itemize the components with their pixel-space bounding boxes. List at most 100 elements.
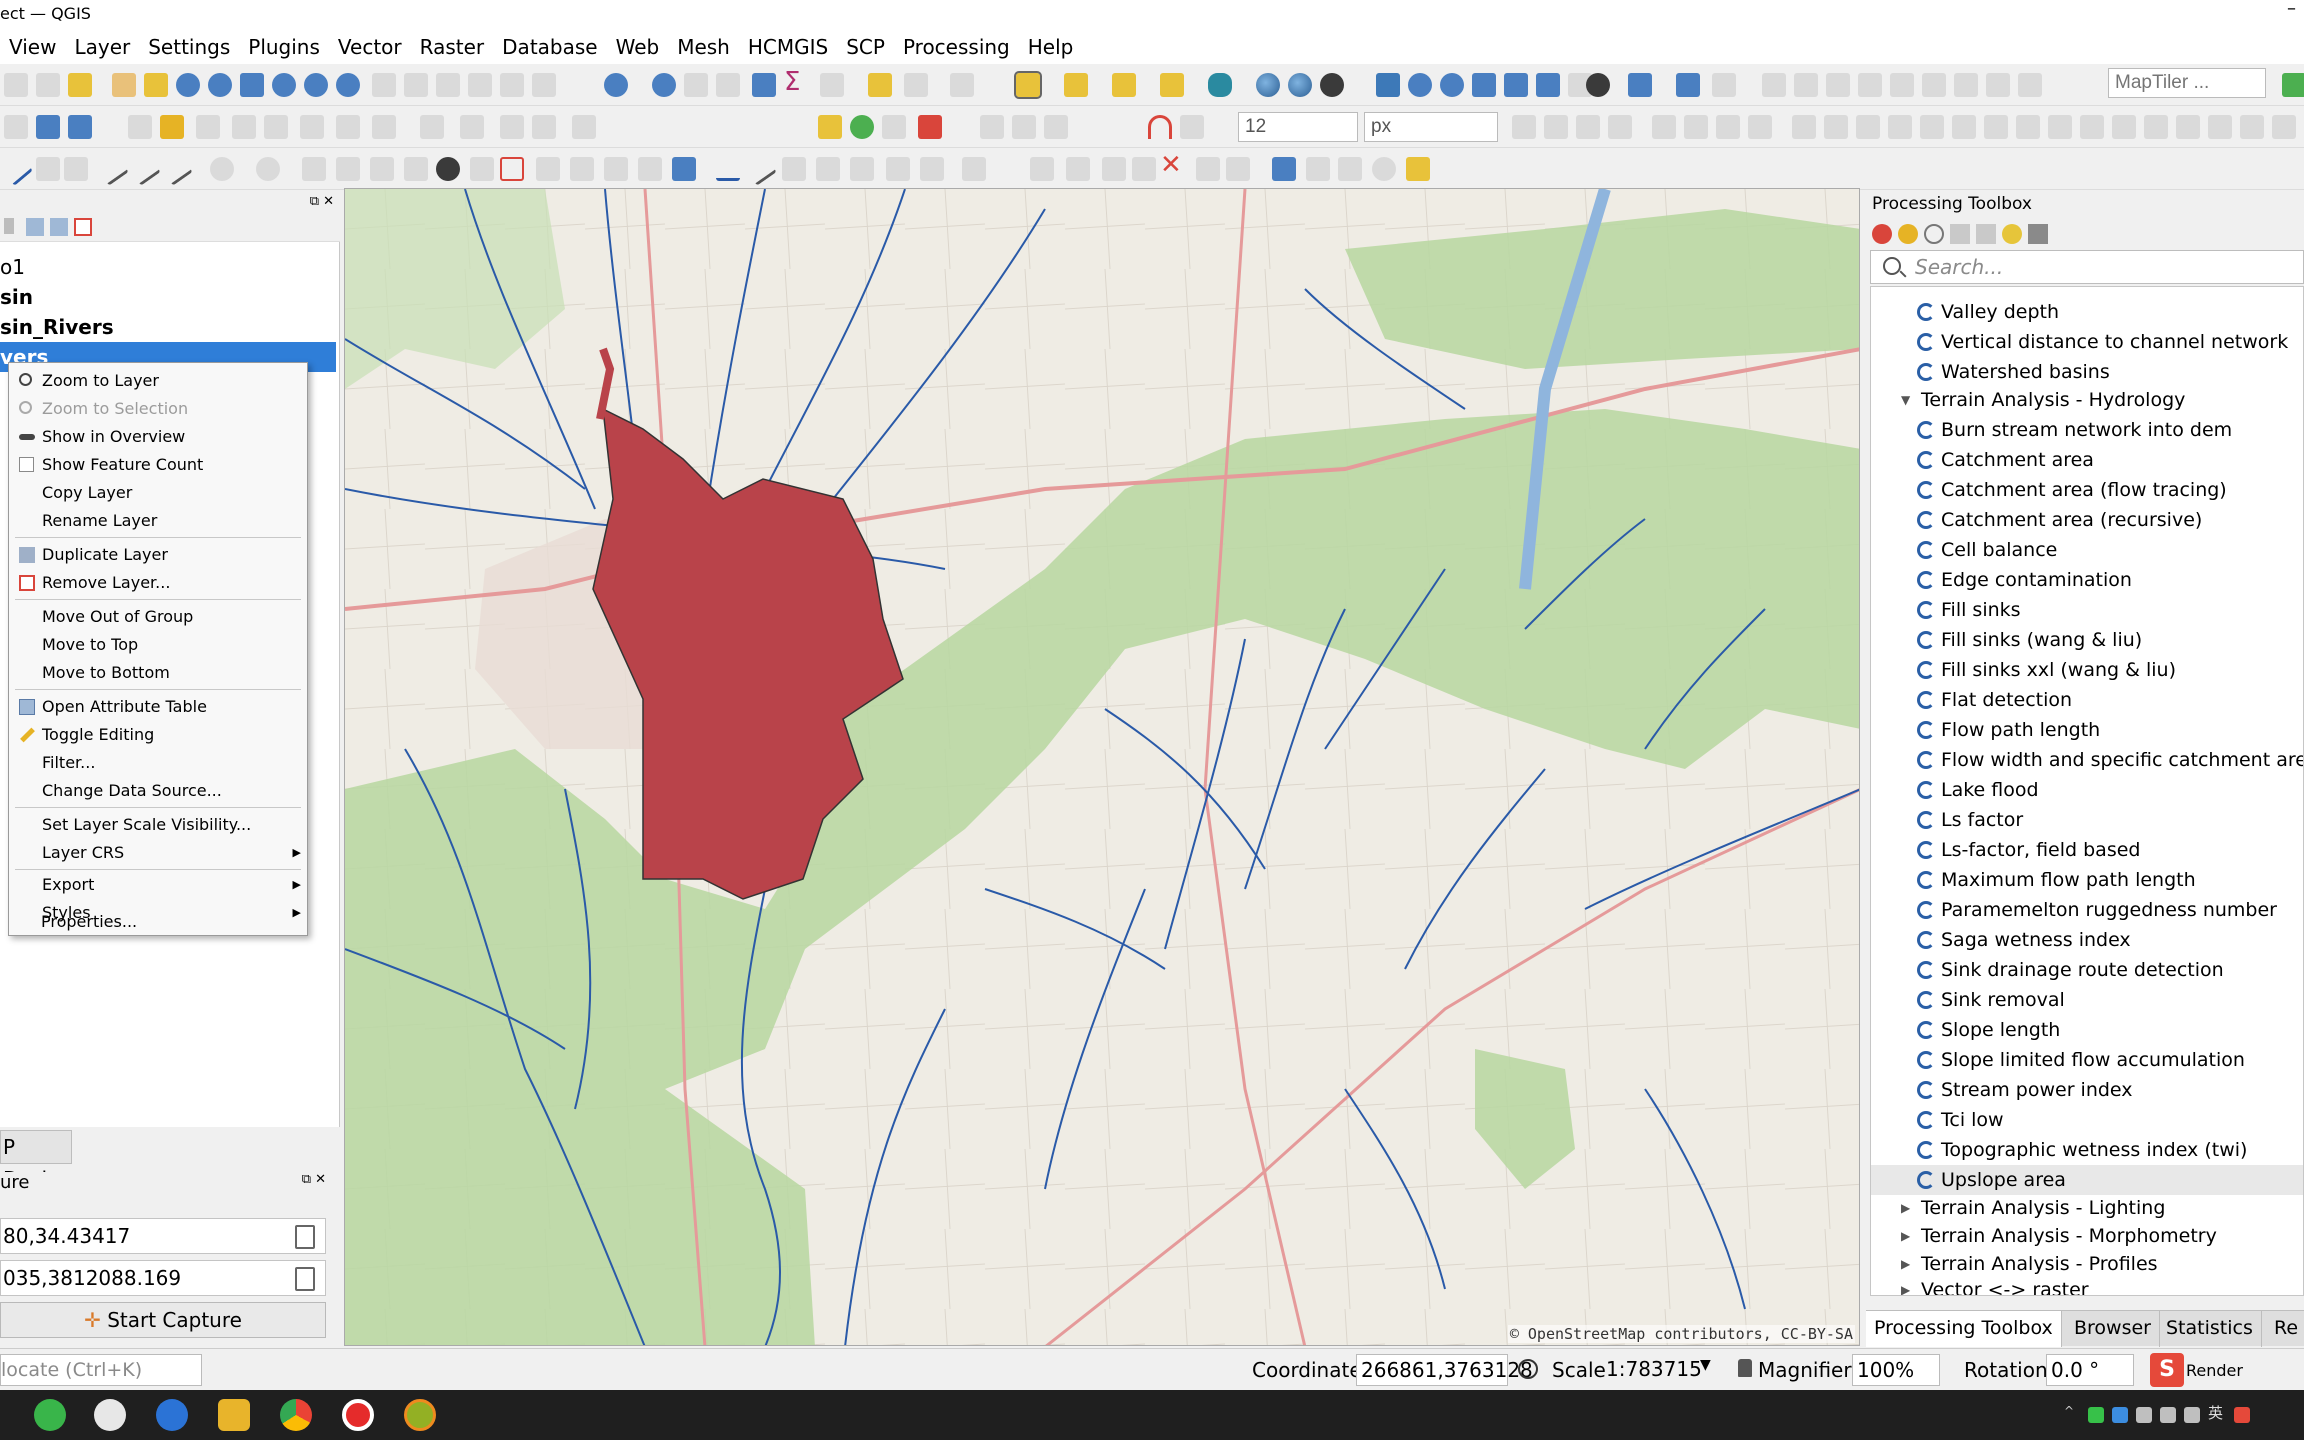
vertex-tool-icon[interactable] [232,115,256,139]
trace-icon-2[interactable] [1544,115,1568,139]
cad-line-icon-2[interactable] [127,152,161,186]
collapse-arrow-icon[interactable]: ▼ [1901,385,1910,415]
toolbox-search-input[interactable]: Search... [1870,250,2304,284]
app-search-icon[interactable] [156,1399,188,1431]
history-icon[interactable] [1924,224,1944,244]
menu-vector[interactable]: Vector [329,30,411,64]
shape-icon-9[interactable] [1920,115,1944,139]
new-project-icon[interactable] [4,73,28,97]
node-tool-icon[interactable] [1196,157,1220,181]
circle-icon[interactable] [210,157,234,181]
menu-copy-layer[interactable]: Copy Layer [9,479,307,507]
menu-filter[interactable]: Filter... [9,749,307,777]
locator-search-input[interactable]: locate (Ctrl+K) [0,1354,202,1386]
bookmark-icon[interactable] [468,73,492,97]
split-icon[interactable] [536,157,560,181]
menu-web[interactable]: Web [607,30,669,64]
coordinate-field[interactable]: 266861,3763128 [1356,1354,1533,1386]
merge-icon[interactable] [570,157,594,181]
capture-geo-field[interactable]: 80,34.43417 [0,1218,326,1254]
menu-rename-layer[interactable]: Rename Layer [9,507,307,535]
algorithm-max-flow-path[interactable]: Maximum flow path length [1917,865,2196,895]
align-icon-3[interactable] [1826,73,1850,97]
algorithm-watershed-basins[interactable]: Watershed basins [1917,357,2110,387]
rectangle-icon[interactable] [302,157,326,181]
trace-icon-1[interactable] [1512,115,1536,139]
pan-to-selection-icon[interactable] [144,73,168,97]
algorithm-flow-path-length[interactable]: Flow path length [1917,715,2100,745]
reshape-icon[interactable] [370,157,394,181]
attribute-icon-3[interactable] [572,115,596,139]
globe-icon-1[interactable] [1256,73,1280,97]
undo-edit-icon[interactable] [36,157,60,181]
coordinate-toggle-icon[interactable] [1518,1359,1538,1379]
menu-scp[interactable]: SCP [837,30,894,64]
align-icon-5[interactable] [1890,73,1914,97]
qgis-taskbar-icon[interactable] [404,1399,436,1431]
snapping-icon[interactable] [1180,115,1204,139]
tab-statistics[interactable]: Statistics [2158,1311,2262,1347]
algorithm-fill-sinks-wang-liu[interactable]: Fill sinks (wang & liu) [1917,625,2142,655]
attribute-icon-2[interactable] [532,115,556,139]
shape-icon-1[interactable] [1652,115,1676,139]
unit-select[interactable] [1364,112,1498,142]
menu-processing[interactable]: Processing [894,30,1019,64]
maptiler-search-input[interactable] [2108,68,2266,98]
align-icon-6[interactable] [1922,73,1946,97]
collapse-all-icon[interactable] [50,218,68,236]
offset-icon[interactable] [604,157,628,181]
algorithm-stream-power[interactable]: Stream power index [1917,1075,2133,1105]
extend-icon[interactable] [1066,157,1090,181]
bearing-icon[interactable] [1306,157,1330,181]
models-icon[interactable] [1872,224,1892,244]
text-annotation-icon[interactable] [950,73,974,97]
zoom-out-icon[interactable] [208,73,232,97]
group-terrain-lighting[interactable]: ▶ Terrain Analysis - Lighting [1901,1193,2165,1223]
attribute-table-icon[interactable] [684,73,708,97]
algorithm-burn-stream[interactable]: Burn stream network into dem [1917,415,2232,445]
recorder-icon[interactable] [342,1399,374,1431]
menu-layer[interactable]: Layer [65,30,139,64]
group-terrain-hydrology[interactable]: ▼ Terrain Analysis - Hydrology [1901,385,2185,415]
menu-set-layer-scale-visibility[interactable]: Set Layer Scale Visibility... [9,811,307,839]
earth-icon[interactable] [1586,73,1610,97]
fill-ring-icon[interactable] [638,157,662,181]
wave-icon[interactable] [716,157,740,181]
copy-clipboard-icon[interactable] [295,1225,315,1249]
check-icon[interactable] [1226,157,1250,181]
hcmgis-icon[interactable] [1676,73,1700,97]
label-tool-icon-2[interactable] [882,115,906,139]
kmz-icon[interactable] [1504,73,1528,97]
algorithm-lake-flood[interactable]: Lake flood [1917,775,2039,805]
open-project-icon[interactable] [36,73,60,97]
algorithm-sink-removal[interactable]: Sink removal [1917,985,2065,1015]
annotation-icon[interactable] [904,73,928,97]
menu-plugins[interactable]: Plugins [239,30,329,64]
app-green-icon[interactable] [34,1399,66,1431]
attribute-icon-1[interactable] [500,115,524,139]
algorithm-slope-limited-flow[interactable]: Slope limited flow accumulation [1917,1045,2245,1075]
algorithm-catchment-area-flow-tracing[interactable]: Catchment area (flow tracing) [1917,475,2227,505]
minimize-button[interactable]: – [2287,0,2296,19]
tray-arrow-icon[interactable]: ^ [2064,1404,2080,1420]
line-tool-icon[interactable] [743,152,777,186]
file-explorer-icon[interactable] [218,1399,250,1431]
settings-gear-icon[interactable] [752,73,776,97]
filter-icon[interactable] [4,218,14,234]
menu-show-feature-count[interactable]: Show Feature Count [9,451,307,479]
pan-hand-icon[interactable] [112,73,136,97]
shape-icon-4[interactable] [1748,115,1772,139]
copy-clipboard-icon-2[interactable] [295,1267,315,1291]
statistics-sigma-icon[interactable]: Σ [784,67,808,97]
shape-icon-12[interactable] [2016,115,2040,139]
add-feature-icon[interactable] [128,115,152,139]
label-remove-icon[interactable] [918,115,942,139]
menu-hcmgis[interactable]: HCMGIS [739,30,837,64]
magnifier-field[interactable]: 100% [1852,1354,1940,1386]
menu-zoom-to-selection[interactable]: Zoom to Selection [9,395,307,423]
algorithm-melton-ruggedness[interactable]: Paramemelton ruggedness number [1917,895,2277,925]
group-vector-raster[interactable]: ▶ Vector <-> raster [1901,1275,2089,1295]
algorithm-twi[interactable]: Topographic wetness index (twi) [1917,1135,2247,1165]
cad-line-icon[interactable] [95,152,129,186]
cogo-icon[interactable] [1406,157,1430,181]
